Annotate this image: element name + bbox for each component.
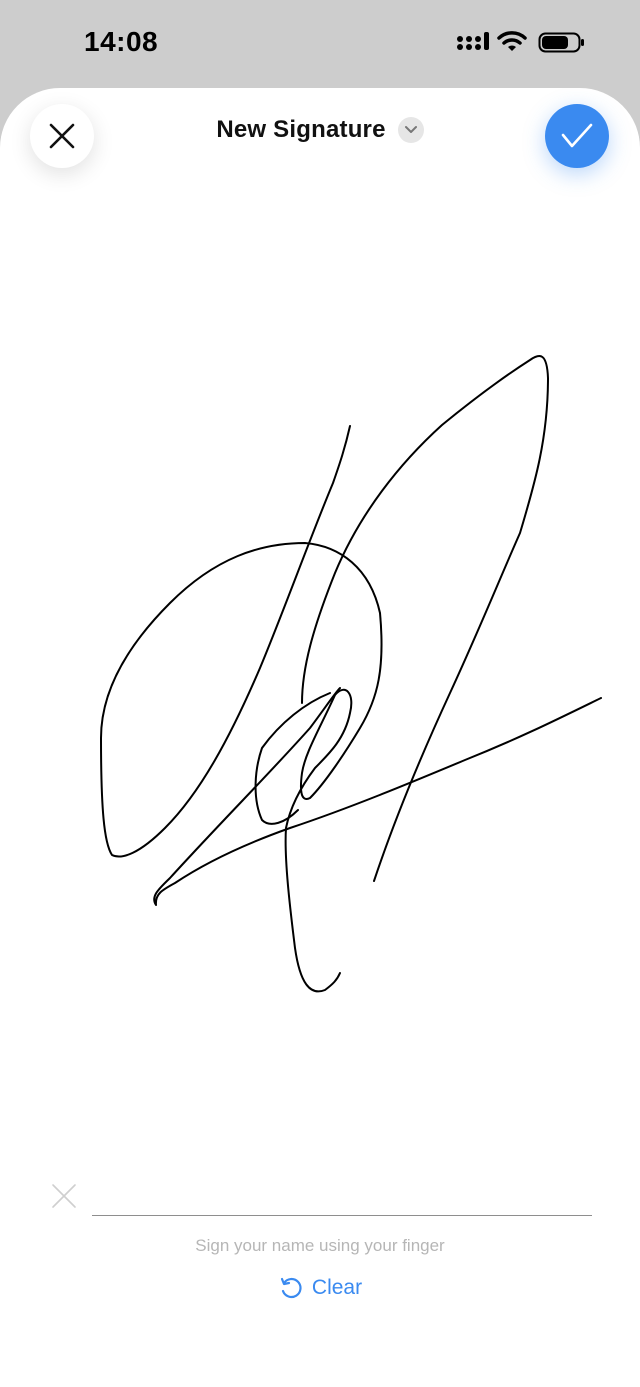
title-dropdown[interactable] bbox=[397, 117, 424, 143]
clear-button[interactable]: Clear bbox=[0, 1276, 640, 1300]
signature-line bbox=[92, 1215, 592, 1216]
close-x-icon bbox=[52, 1184, 76, 1208]
header: New Signature bbox=[0, 88, 640, 188]
signature-canvas[interactable] bbox=[0, 208, 640, 1168]
chevron-down-icon bbox=[404, 126, 417, 133]
signal-icon bbox=[457, 32, 489, 50]
battery-icon bbox=[538, 32, 584, 53]
signature-strokes bbox=[100, 355, 602, 993]
wifi-icon bbox=[497, 31, 527, 51]
confirm-button[interactable] bbox=[545, 104, 609, 168]
signature-sheet: New Signature Sign your name using your … bbox=[0, 88, 640, 1387]
instruction-text: Sign your name using your finger bbox=[195, 1236, 445, 1255]
checkmark-icon bbox=[561, 123, 593, 148]
title-wrap[interactable]: New Signature bbox=[0, 116, 640, 144]
signature-line-area bbox=[0, 1182, 640, 1222]
undo-icon bbox=[280, 1277, 302, 1299]
status-bar: 14:08 bbox=[0, 0, 640, 88]
clear-label: Clear bbox=[311, 1276, 363, 1299]
page-title[interactable]: New Signature bbox=[216, 116, 385, 144]
status-time: 14:08 bbox=[84, 26, 159, 57]
